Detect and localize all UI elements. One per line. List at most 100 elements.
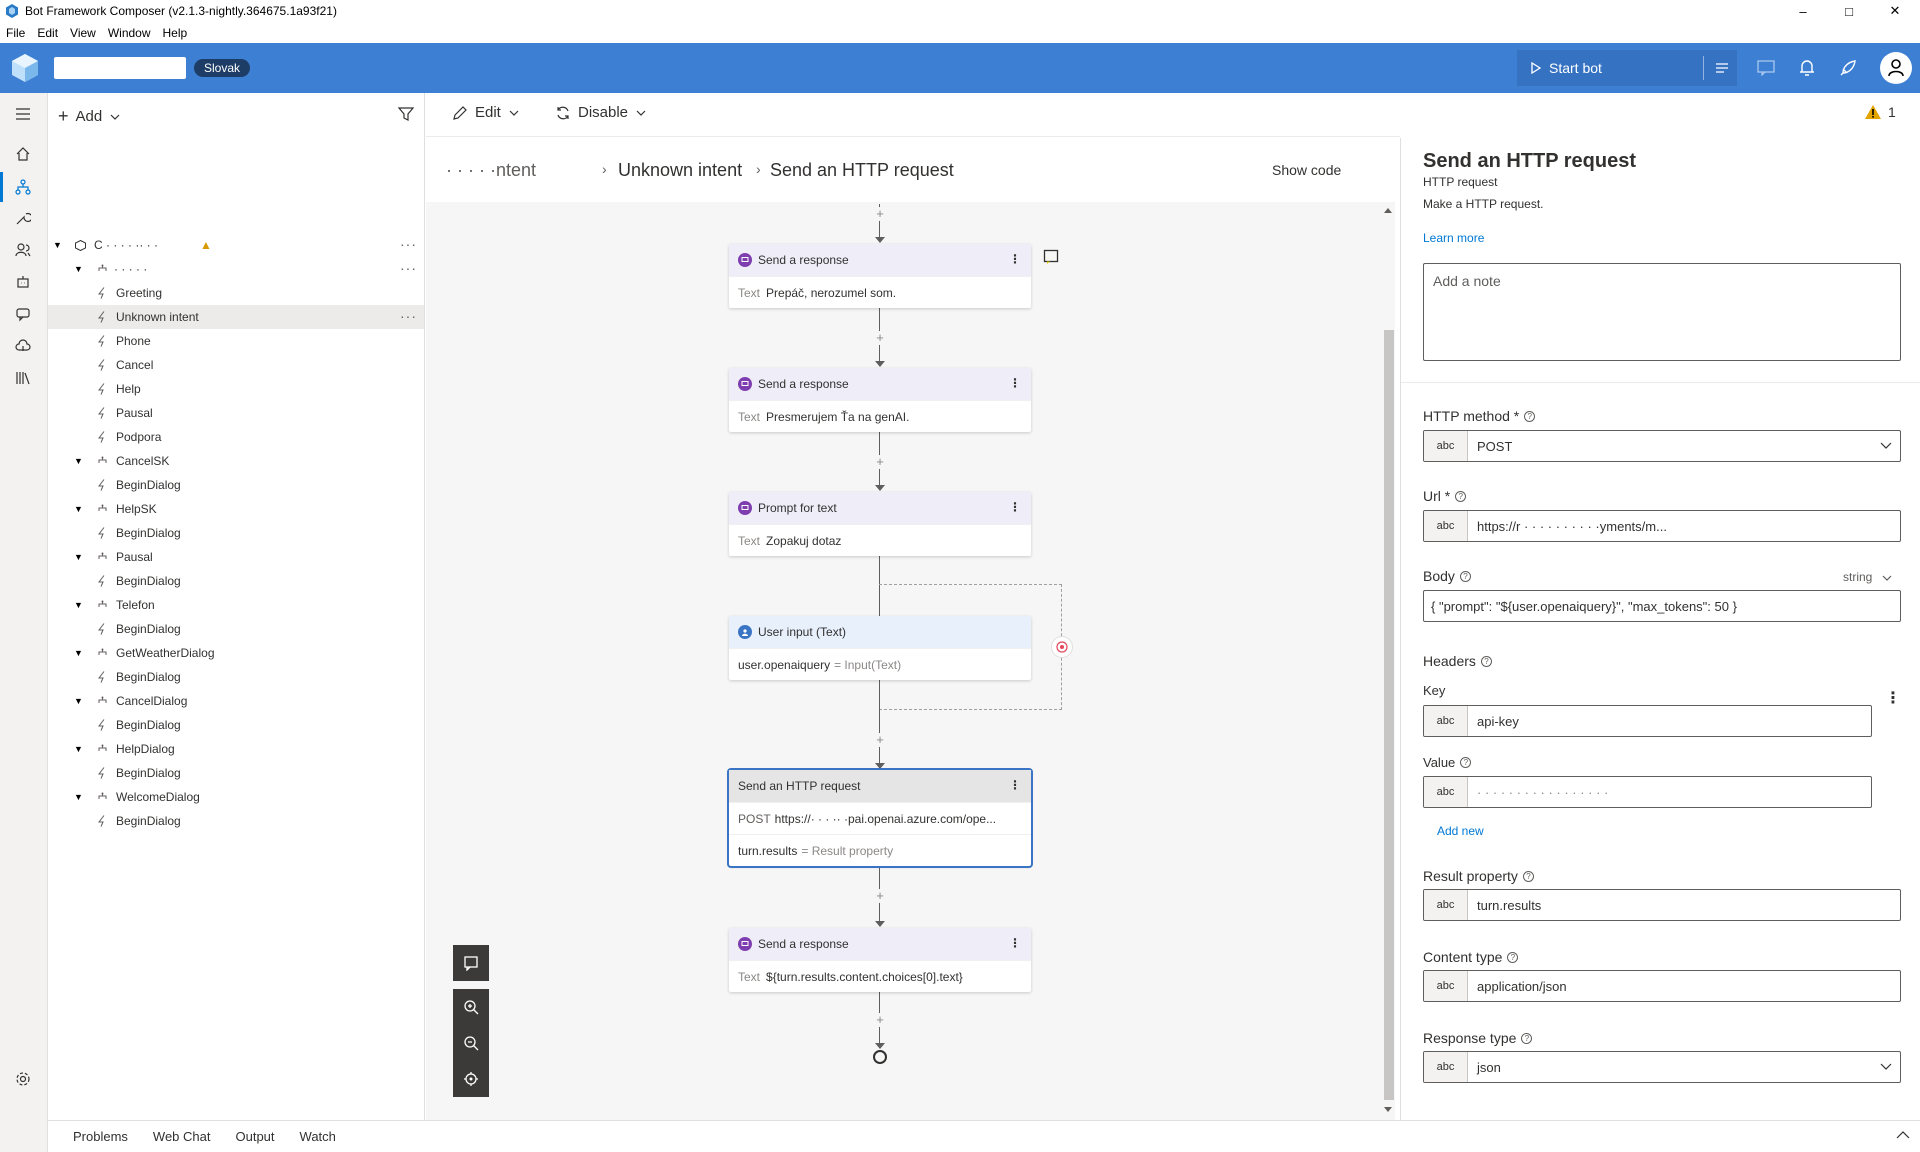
learn-more-link[interactable]: Learn more bbox=[1423, 231, 1484, 245]
tree-item-trigger[interactable]: BeginDialog bbox=[48, 809, 424, 833]
help-icon[interactable]: ? bbox=[1524, 410, 1536, 422]
body-type-select[interactable]: string bbox=[1843, 570, 1892, 584]
wrench-icon[interactable] bbox=[12, 207, 34, 229]
response-type-select[interactable]: abc json bbox=[1423, 1051, 1901, 1083]
user-avatar[interactable] bbox=[1880, 52, 1912, 84]
action-node-prompt-text[interactable]: Prompt for text ⋮ Text Zopakuj dotaz bbox=[729, 492, 1031, 556]
tree-item-dialog[interactable]: ▼ CancelSK bbox=[48, 449, 424, 473]
close-window-button[interactable]: ✕ bbox=[1872, 0, 1918, 22]
tree-item-trigger[interactable]: BeginDialog bbox=[48, 473, 424, 497]
bot-flow-icon[interactable] bbox=[12, 176, 34, 198]
tree-item-dialog[interactable]: ▼ WelcomeDialog bbox=[48, 785, 424, 809]
type-abc-badge[interactable]: abc bbox=[1424, 431, 1468, 461]
help-icon[interactable]: ? bbox=[1480, 655, 1492, 667]
maximize-button[interactable]: □ bbox=[1826, 0, 1872, 22]
comment-button[interactable] bbox=[453, 945, 489, 981]
scroll-up-icon[interactable] bbox=[1384, 208, 1392, 213]
chevron-up-icon[interactable] bbox=[1896, 1130, 1910, 1140]
minimize-button[interactable]: – bbox=[1780, 0, 1826, 22]
home-icon[interactable] bbox=[12, 143, 34, 165]
disable-menu-button[interactable]: Disable bbox=[555, 104, 646, 121]
tree-item-dialog[interactable]: ▼ · · · · · ··· bbox=[48, 257, 424, 281]
tree-item-trigger[interactable]: Phone bbox=[48, 329, 424, 353]
breadcrumb-item-action[interactable]: Send an HTTP request bbox=[770, 160, 954, 181]
show-code-button[interactable]: Show code bbox=[1272, 162, 1341, 178]
add-button[interactable]: + Add bbox=[58, 106, 120, 127]
tree-item-dialog[interactable]: ▼ HelpDialog bbox=[48, 737, 424, 761]
locale-badge[interactable]: Slovak bbox=[194, 59, 251, 77]
add-action-plus-icon[interactable]: + bbox=[873, 207, 887, 221]
type-abc-badge[interactable]: abc bbox=[1424, 777, 1468, 807]
more-vertical-icon[interactable]: ⋮ bbox=[1885, 688, 1901, 708]
robot-icon[interactable] bbox=[12, 271, 34, 293]
tree-item-trigger[interactable]: Help bbox=[48, 377, 424, 401]
breadcrumb-item-dialog[interactable]: · · · · ·ntent bbox=[446, 160, 536, 181]
tab-problems[interactable]: Problems bbox=[73, 1129, 128, 1144]
more-options-icon[interactable]: ··· bbox=[400, 308, 417, 324]
breadcrumb-item-trigger[interactable]: Unknown intent bbox=[618, 160, 742, 181]
library-icon[interactable] bbox=[12, 367, 34, 389]
add-new-header-link[interactable]: Add new bbox=[1437, 824, 1484, 838]
help-icon[interactable]: ? bbox=[1460, 757, 1472, 768]
bot-menu-icon[interactable] bbox=[1713, 59, 1731, 77]
more-vertical-icon[interactable]: ⋮ bbox=[1009, 252, 1021, 266]
menu-hamburger-icon[interactable] bbox=[12, 103, 34, 125]
help-icon[interactable]: ? bbox=[1459, 570, 1471, 582]
scrollbar-thumb[interactable] bbox=[1384, 330, 1394, 1100]
filter-icon[interactable] bbox=[398, 106, 414, 122]
action-node-user-input[interactable]: User input (Text) user.openaiquery = Inpu… bbox=[729, 616, 1031, 680]
url-input[interactable]: abc https://r · · · · · · · · · ·yments/… bbox=[1423, 510, 1901, 542]
edit-menu-button[interactable]: Edit bbox=[452, 104, 519, 121]
tree-item-trigger[interactable]: BeginDialog bbox=[48, 569, 424, 593]
help-icon[interactable]: ? bbox=[1455, 490, 1467, 502]
tree-item-dialog[interactable]: ▼ CancelDialog bbox=[48, 689, 424, 713]
more-options-icon[interactable]: ··· bbox=[400, 260, 417, 276]
action-node-http-request[interactable]: Send an HTTP request ⋮ POST https://· · ·… bbox=[727, 768, 1033, 868]
result-property-input[interactable]: abc turn.results bbox=[1423, 889, 1901, 921]
tree-item-trigger[interactable]: BeginDialog bbox=[48, 665, 424, 689]
chat-bubble-icon[interactable] bbox=[12, 303, 34, 325]
tree-item-trigger[interactable]: Podpora bbox=[48, 425, 424, 449]
add-action-plus-icon[interactable]: + bbox=[873, 331, 887, 345]
tree-item-trigger[interactable]: Pausal bbox=[48, 401, 424, 425]
settings-icon[interactable] bbox=[12, 1068, 34, 1090]
validation-target-icon[interactable] bbox=[1052, 637, 1072, 657]
tree-item-trigger[interactable]: BeginDialog bbox=[48, 617, 424, 641]
tree-item-trigger[interactable]: BeginDialog bbox=[48, 761, 424, 785]
add-comment-icon[interactable] bbox=[1040, 246, 1062, 268]
type-abc-badge[interactable]: abc bbox=[1424, 971, 1468, 1001]
help-icon[interactable]: ? bbox=[1522, 870, 1534, 882]
type-abc-badge[interactable]: abc bbox=[1424, 511, 1468, 541]
header-value-input[interactable]: abc · · · · · · · · · · · · · · · · · bbox=[1423, 776, 1872, 808]
tree-item-trigger[interactable]: BeginDialog bbox=[48, 521, 424, 545]
header-key-input[interactable]: abc api-key bbox=[1423, 705, 1872, 737]
type-abc-badge[interactable]: abc bbox=[1424, 1052, 1468, 1082]
type-abc-badge[interactable]: abc bbox=[1424, 706, 1468, 736]
tree-item-dialog[interactable]: ▼ Pausal bbox=[48, 545, 424, 569]
canvas-scrollbar[interactable] bbox=[1381, 202, 1395, 1120]
notification-bell-icon[interactable] bbox=[1794, 55, 1820, 81]
publish-rocket-icon[interactable] bbox=[1835, 55, 1861, 81]
tab-web-chat[interactable]: Web Chat bbox=[153, 1129, 211, 1144]
warnings-indicator[interactable]: 1 bbox=[1864, 104, 1896, 120]
tree-item-dialog[interactable]: ▼ HelpSK bbox=[48, 497, 424, 521]
type-abc-badge[interactable]: abc bbox=[1424, 890, 1468, 920]
cloud-upload-icon[interactable] bbox=[12, 335, 34, 357]
action-node-send-response[interactable]: Send a response ⋮ Text Prepáč, nerozumel … bbox=[729, 244, 1031, 308]
tree-item-trigger[interactable]: BeginDialog bbox=[48, 713, 424, 737]
http-method-select[interactable]: abc POST bbox=[1423, 430, 1901, 462]
scroll-down-icon[interactable] bbox=[1384, 1107, 1392, 1112]
tree-item-bot-root[interactable]: ▼ C · · · · ·· · · ▲ ··· bbox=[48, 233, 424, 257]
note-textarea[interactable]: Add a note bbox=[1423, 263, 1901, 361]
menu-view[interactable]: View bbox=[70, 26, 96, 40]
more-vertical-icon[interactable]: ⋮ bbox=[1009, 778, 1021, 792]
more-vertical-icon[interactable]: ⋮ bbox=[1009, 376, 1021, 390]
tree-item-dialog[interactable]: ▼ Telefon bbox=[48, 593, 424, 617]
tree-item-trigger-selected[interactable]: Unknown intent ··· bbox=[48, 305, 424, 329]
add-action-plus-icon[interactable]: + bbox=[873, 455, 887, 469]
menu-help[interactable]: Help bbox=[163, 26, 188, 40]
menu-file[interactable]: File bbox=[6, 26, 25, 40]
zoom-in-button[interactable] bbox=[453, 989, 489, 1025]
more-vertical-icon[interactable]: ⋮ bbox=[1009, 936, 1021, 950]
chat-icon[interactable] bbox=[1753, 55, 1779, 81]
